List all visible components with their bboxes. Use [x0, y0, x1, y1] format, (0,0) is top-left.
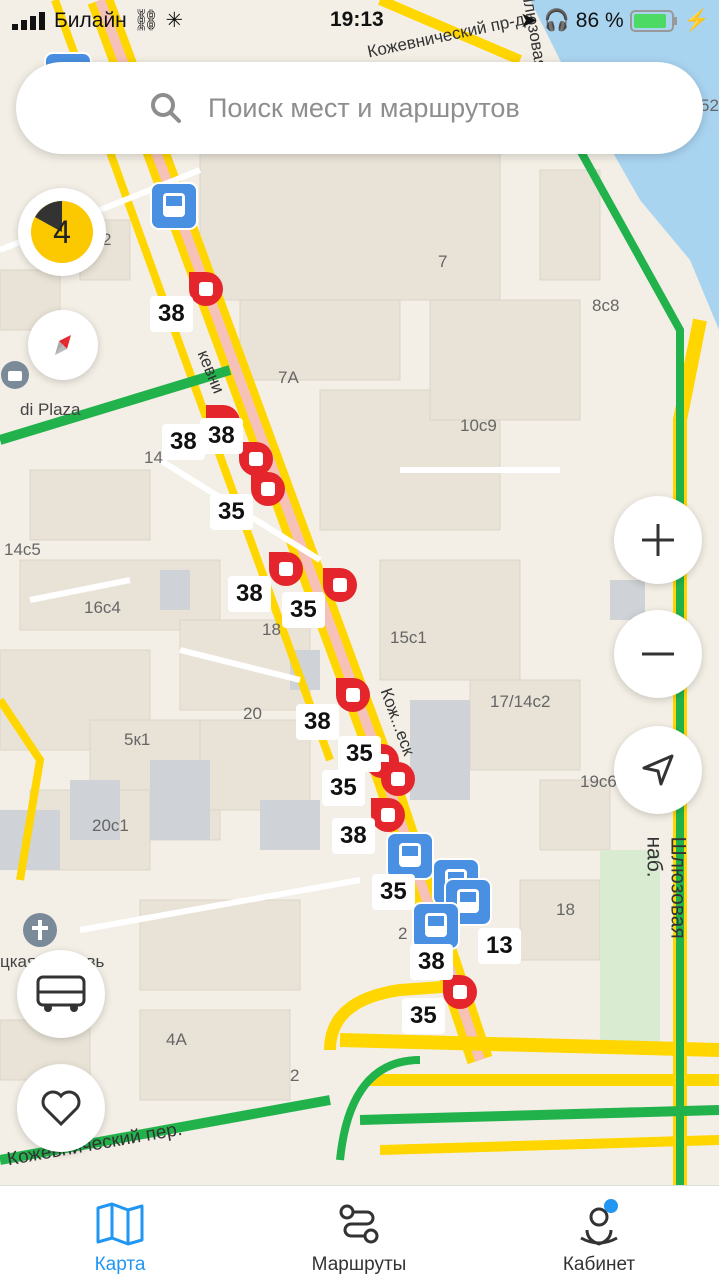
tram-stop-pin[interactable]: [266, 550, 306, 590]
favorites-button[interactable]: [17, 1064, 105, 1152]
route-label[interactable]: 35: [338, 736, 381, 772]
bus-icon: [36, 975, 86, 1012]
house-number: 5к1: [124, 730, 151, 749]
heart-icon: [41, 1090, 81, 1127]
carrier-name: Билайн: [54, 8, 127, 32]
house-number: 18: [262, 620, 281, 639]
traffic-button[interactable]: 4: [18, 188, 106, 276]
tab-map[interactable]: Карта: [20, 1186, 220, 1281]
house-number: 15с1: [390, 628, 427, 647]
tram-stop-pin[interactable]: [248, 470, 288, 510]
route-label[interactable]: 35: [282, 592, 325, 628]
clock: 19:13: [330, 8, 384, 31]
signal-icon: [12, 11, 45, 30]
route-label[interactable]: 38: [410, 944, 453, 980]
house-number: 8с8: [592, 296, 620, 315]
house-number: 2: [290, 1066, 300, 1085]
street-label: Шлюзовая наб.: [642, 836, 690, 939]
house-number: 14: [144, 448, 163, 467]
search-icon: [151, 93, 181, 123]
tab-bar: Карта Маршруты Кабинет: [0, 1185, 719, 1281]
zoom-in-button[interactable]: [614, 496, 702, 584]
compass-button[interactable]: [28, 310, 98, 380]
location-arrow-icon: ➤: [520, 9, 538, 32]
notification-dot-icon: [604, 1199, 618, 1213]
route-label[interactable]: 38: [296, 704, 339, 740]
route-label[interactable]: 38: [150, 296, 193, 332]
navigation-arrow-icon: [642, 754, 674, 786]
route-label[interactable]: 35: [322, 770, 365, 806]
status-bar: Билайн ⛓ ✳ 19:13 ➤ 🎧 86 % ⚡: [0, 0, 719, 40]
transport-button[interactable]: [17, 950, 105, 1038]
route-label[interactable]: 38: [200, 418, 243, 454]
house-number: 18: [556, 900, 575, 919]
route-label[interactable]: 35: [210, 494, 253, 530]
headphones-icon: 🎧: [543, 8, 570, 32]
tab-routes-label: Маршруты: [311, 1254, 407, 1275]
search-placeholder: Поиск мест и маршрутов: [208, 92, 520, 123]
route-label[interactable]: 38: [332, 818, 375, 854]
house-number: 7: [438, 252, 448, 271]
map-view[interactable]: 38 38 38 35 38 35 38 35 35 38 35 38 35 1…: [0, 0, 719, 1185]
tab-map-label: Карта: [94, 1254, 146, 1275]
house-number: 20: [243, 704, 262, 723]
plus-icon: [642, 524, 674, 556]
bus-stop-icon[interactable]: [386, 832, 434, 880]
battery-percent: 86 %: [575, 8, 624, 32]
routes-icon: [339, 1204, 379, 1244]
house-number: 2: [398, 924, 408, 943]
house-number: 19с6: [580, 772, 617, 791]
tab-cabinet[interactable]: Кабинет: [499, 1186, 699, 1281]
minus-icon: [642, 652, 674, 656]
church-icon[interactable]: [22, 912, 58, 948]
route-label[interactable]: 38: [162, 424, 205, 460]
compass-icon: [55, 335, 71, 355]
map-icon: [96, 1202, 144, 1246]
house-number: 20с1: [92, 816, 129, 835]
route-label[interactable]: 35: [402, 998, 445, 1034]
house-number: 14с5: [4, 540, 41, 559]
house-number: 7А: [278, 368, 299, 387]
tram-stop-pin[interactable]: [320, 566, 360, 606]
zoom-out-button[interactable]: [614, 610, 702, 698]
traffic-score: 4: [53, 213, 71, 250]
tab-cabinet-label: Кабинет: [562, 1254, 636, 1275]
route-label[interactable]: 13: [478, 928, 521, 964]
tram-stop-pin[interactable]: [333, 676, 373, 716]
search-bar[interactable]: Поиск мест и маршрутов: [16, 62, 703, 154]
link-icon: ⛓: [132, 8, 160, 32]
loading-icon: ✳: [165, 9, 184, 32]
bus-stop-icon[interactable]: [412, 902, 460, 950]
house-number: 10с9: [460, 416, 497, 435]
battery-icon: [629, 9, 677, 32]
house-number: 16с4: [84, 598, 121, 617]
bus-stop-icon[interactable]: [150, 182, 198, 230]
tram-stop-pin[interactable]: [378, 760, 418, 800]
charging-icon: ⚡: [683, 8, 710, 32]
briefcase-icon[interactable]: [0, 360, 30, 390]
route-label[interactable]: 38: [228, 576, 271, 612]
house-number: 4А: [166, 1030, 187, 1049]
route-label[interactable]: 35: [372, 874, 415, 910]
poi-label[interactable]: di Plaza: [20, 400, 80, 420]
tab-routes[interactable]: Маршруты: [259, 1186, 459, 1281]
my-location-button[interactable]: [614, 726, 702, 814]
house-number: 17/14с2: [490, 692, 551, 711]
